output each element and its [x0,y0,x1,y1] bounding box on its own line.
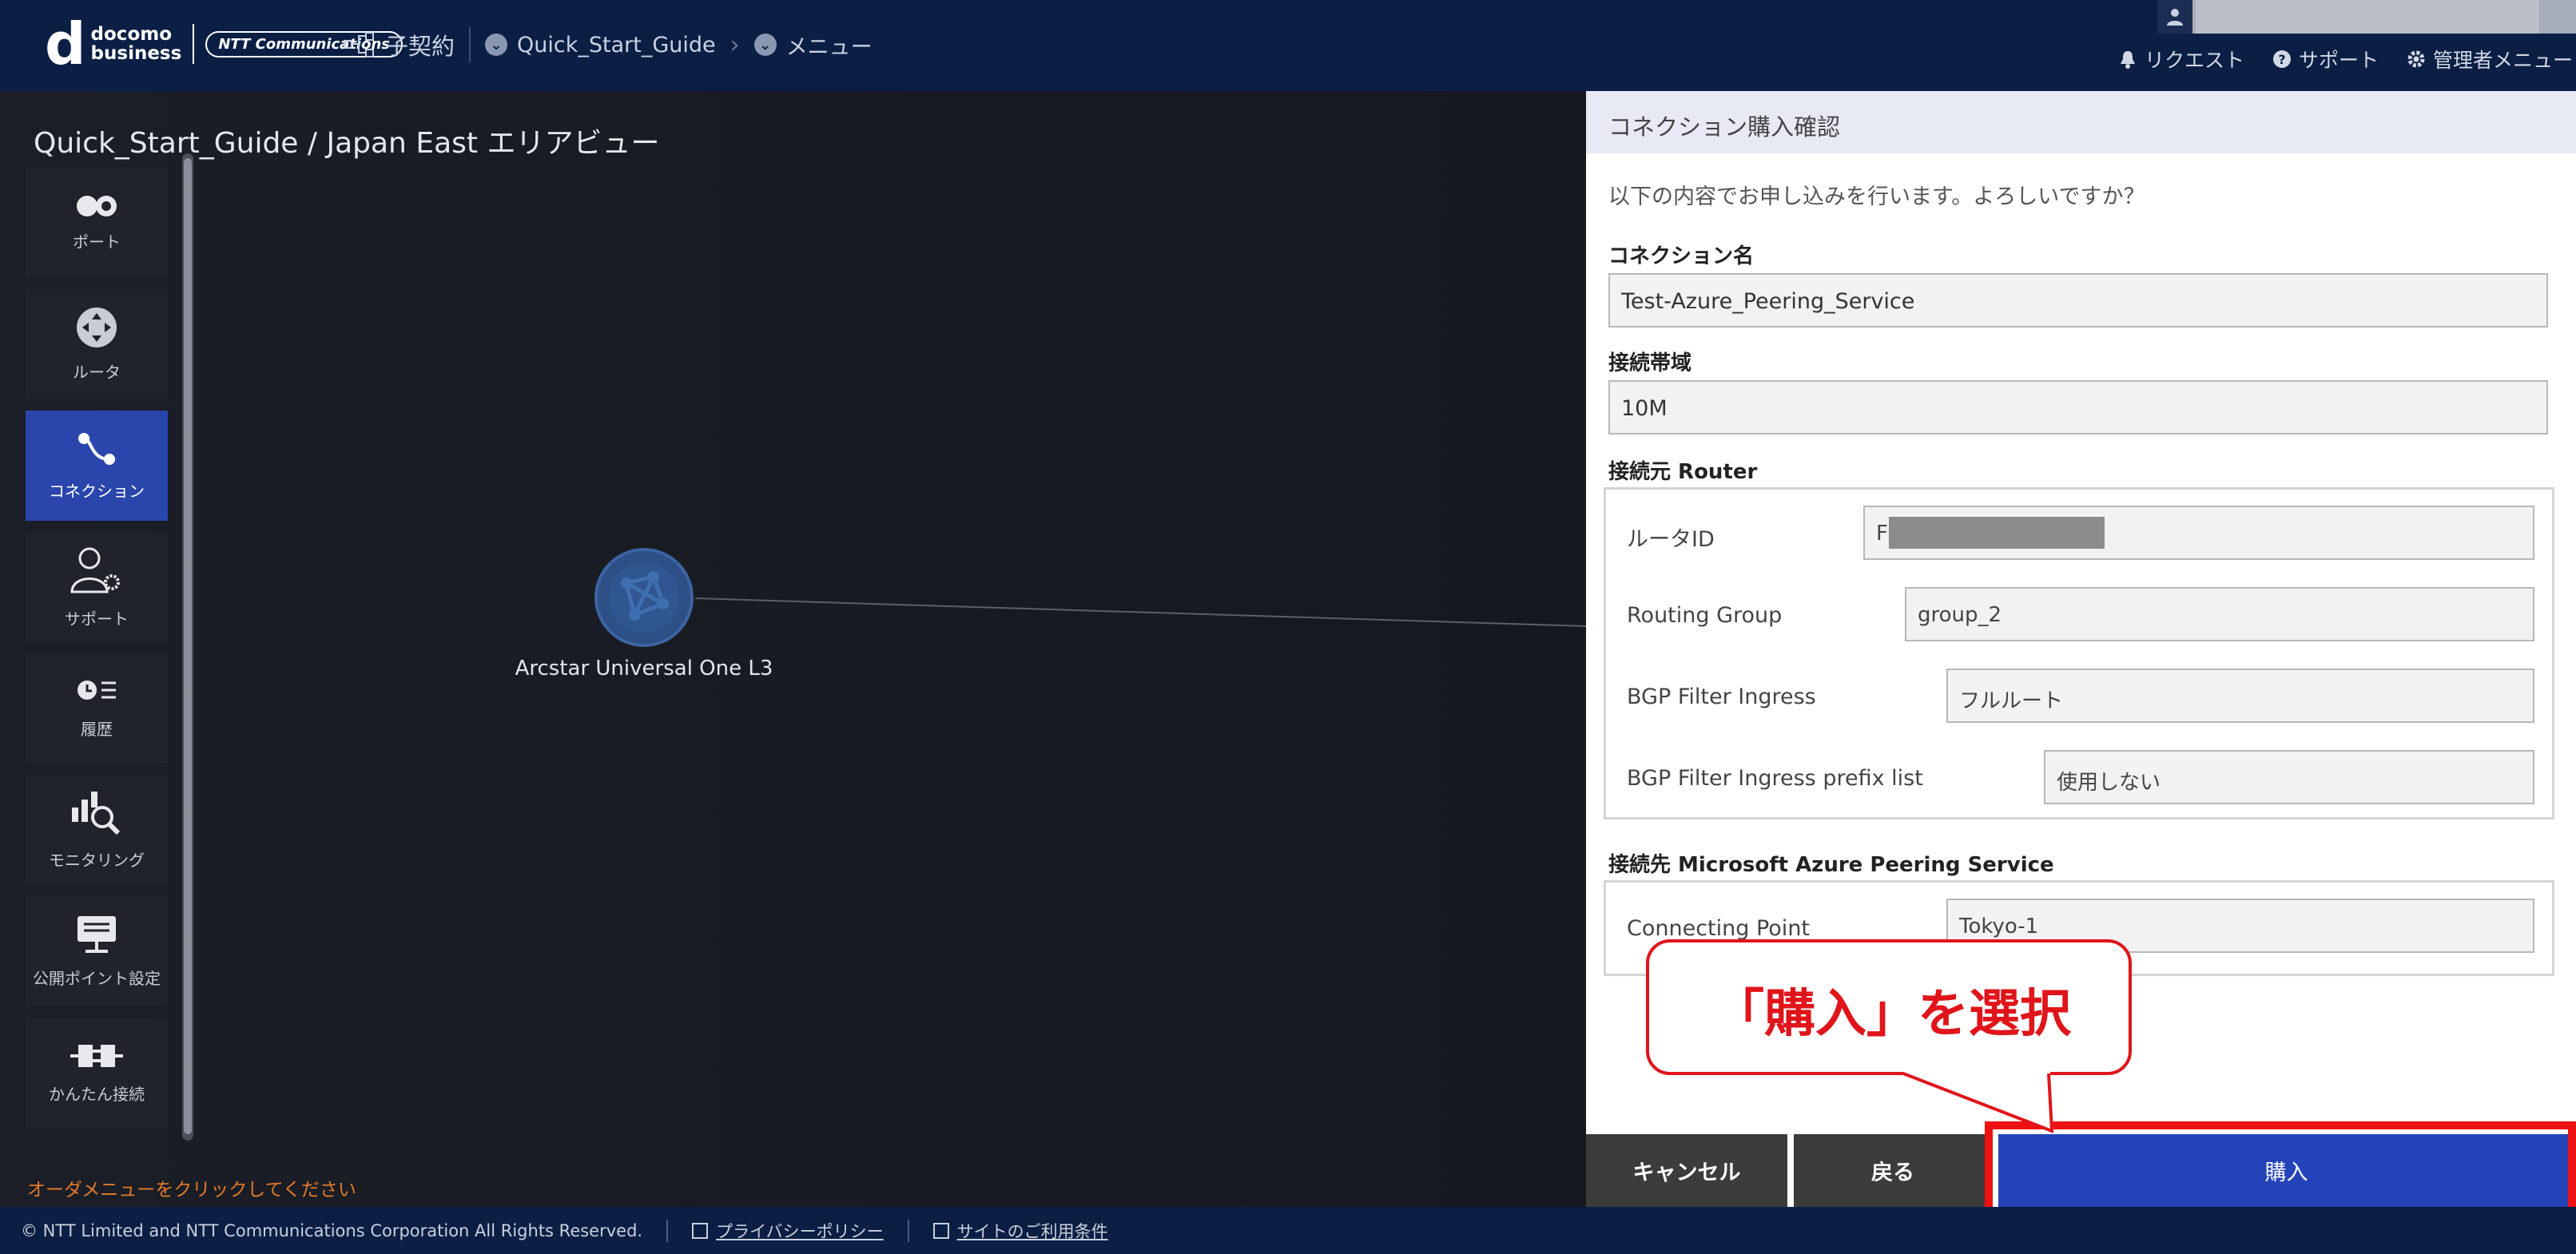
copyright-text: © NTT Limited and NTT Communications Cor… [21,1220,643,1240]
top-header: d docomo business NTT Communications 子契約… [0,0,2576,91]
routing-group-label: Routing Group [1627,603,1783,628]
footer-divider [666,1219,669,1242]
support-label: サポート [2299,49,2379,72]
router-icon [77,307,117,347]
admin-menu-label: 管理者メニュー [2433,49,2574,72]
source-router-label: 接続元 Router [1608,460,1758,484]
tool-connection-label: コネクション [49,481,145,501]
panel-title: コネクション購入確認 [1586,91,2576,153]
tool-easy-connect[interactable]: かんたん接続 [26,1018,168,1128]
breadcrumb-divider [469,27,471,62]
cancel-button[interactable]: キャンセル [1586,1134,1787,1207]
tool-history-label: 履歴 [81,719,113,739]
purchase-highlight-frame [1985,1121,2576,1220]
request-link[interactable]: リクエスト [2117,45,2244,73]
subcontract-link[interactable]: 子契約 [344,28,455,62]
external-link-icon [692,1222,709,1239]
chevron-down-icon: ⌄ [753,34,777,56]
connection-name-label: コネクション名 [1608,244,1755,268]
tool-support[interactable]: サポート [26,532,168,642]
tool-monitoring-label: モニタリング [49,850,145,870]
bgp-prefix-field: 使用しない [2044,750,2534,804]
router-id-prefix: F [1876,522,1888,546]
redacted-username [2196,0,2539,34]
tool-public-point-label: 公開ポイント設定 [33,968,161,988]
privacy-policy-link[interactable]: プライバシーポリシー [692,1219,884,1243]
support-link[interactable]: ? サポート [2272,45,2379,73]
callout-text: 「購入」を選択 [1713,985,2071,1044]
tool-port-label: ポート [73,232,121,252]
connection-icon [78,432,115,465]
logo-line2: business [90,43,182,64]
svg-text:?: ? [2278,52,2285,67]
area-view-canvas[interactable]: Quick_Start_Guide / Japan East エリアビュー ポー… [0,91,1586,1207]
breadcrumb: 子契約 ⌄ Quick_Start_Guide › ⌄ メニュー [344,24,873,65]
easy-connect-icon [70,1044,123,1067]
logo-divider [193,24,195,64]
tool-support-label: サポート [65,609,129,629]
order-toolbar: ポート ルータ コネクション サポート 履歴 モニタリング 公開ポイント設定 か… [26,168,168,1139]
terms-of-use-label: サイトのご利用条件 [956,1221,1108,1241]
chevron-down-icon: ⌄ [485,34,508,56]
help-circle-icon: ? [2272,49,2292,69]
tool-router[interactable]: ルータ [26,289,168,399]
tool-easy-connect-label: かんたん接続 [49,1084,145,1104]
destination-label: 接続先 Microsoft Azure Peering Service [1608,853,2054,877]
breadcrumb-menu-label: メニュー [785,34,873,60]
top-links: リクエスト ? サポート 管理者メニュー [2117,45,2573,73]
source-router-group: ルータID F Routing Group group_2 BGP Filter… [1604,487,2554,819]
router-id-field: F [1863,506,2534,560]
bandwidth-field: 10M [1608,380,2548,435]
arcstar-node[interactable] [594,548,694,647]
back-button[interactable]: 戻る [1794,1134,1992,1207]
connection-name-field: Test-Azure_Peering_Service [1608,273,2548,327]
chevron-right-icon: › [729,30,740,59]
breadcrumb-menu[interactable]: ⌄ メニュー [753,30,873,61]
instruction-callout: 「購入」を選択 [1646,939,2132,1075]
bell-icon [2117,49,2138,69]
user-account-button[interactable] [2157,0,2576,34]
tool-monitoring[interactable]: モニタリング [26,775,168,885]
callout-pointer [1902,1072,2053,1133]
tool-history[interactable]: 履歴 [26,653,168,764]
node-label: Arcstar Universal One L3 [515,657,773,681]
tool-port[interactable]: ポート [26,168,168,278]
router-id-label: ルータID [1627,527,1715,552]
monitoring-icon [72,791,121,835]
gear-icon [2406,49,2427,69]
order-hint-text: オーダメニューをクリックしてください [27,1180,356,1200]
breadcrumb-project-label: Quick_Start_Guide [517,32,716,58]
footer: © NTT Limited and NTT Communications Cor… [0,1207,2576,1254]
globe-network-icon [609,562,679,633]
request-label: リクエスト [2145,49,2245,72]
subcontract-label: 子契約 [385,33,455,60]
logo-line1: docomo [90,24,173,45]
routing-group-field: group_2 [1905,587,2534,641]
confirm-message: 以下の内容でお申し込みを行います。よろしいですか？ [1608,185,2145,209]
tool-router-label: ルータ [73,362,121,382]
external-link-icon [932,1222,949,1239]
toolbar-scroll-thumb[interactable] [184,158,192,1134]
bandwidth-label: 接続帯域 [1608,351,1692,375]
tool-connection[interactable]: コネクション [26,411,168,521]
hierarchy-icon [344,32,374,58]
privacy-policy-label: プライバシーポリシー [716,1221,884,1241]
tool-public-point[interactable]: 公開ポイント設定 [26,896,168,1006]
terms-of-use-link[interactable]: サイトのご利用条件 [932,1219,1108,1243]
logo-d-mark: d [45,10,86,77]
connection-line [694,597,1586,627]
bgp-ingress-label: BGP Filter Ingress [1627,685,1816,709]
admin-menu-link[interactable]: 管理者メニュー [2406,45,2573,73]
bgp-ingress-field: フルルート [1946,669,2534,723]
redacted-router-id [1889,517,2105,549]
public-point-icon [78,915,116,953]
user-icon [2157,0,2192,34]
support-person-icon [70,547,120,593]
history-icon [78,680,116,700]
footer-divider [907,1219,909,1242]
breadcrumb-project[interactable]: ⌄ Quick_Start_Guide [485,33,716,58]
bgp-prefix-label: BGP Filter Ingress prefix list [1627,766,1923,791]
port-icon [77,195,117,216]
connecting-point-label: Connecting Point [1627,916,1811,941]
